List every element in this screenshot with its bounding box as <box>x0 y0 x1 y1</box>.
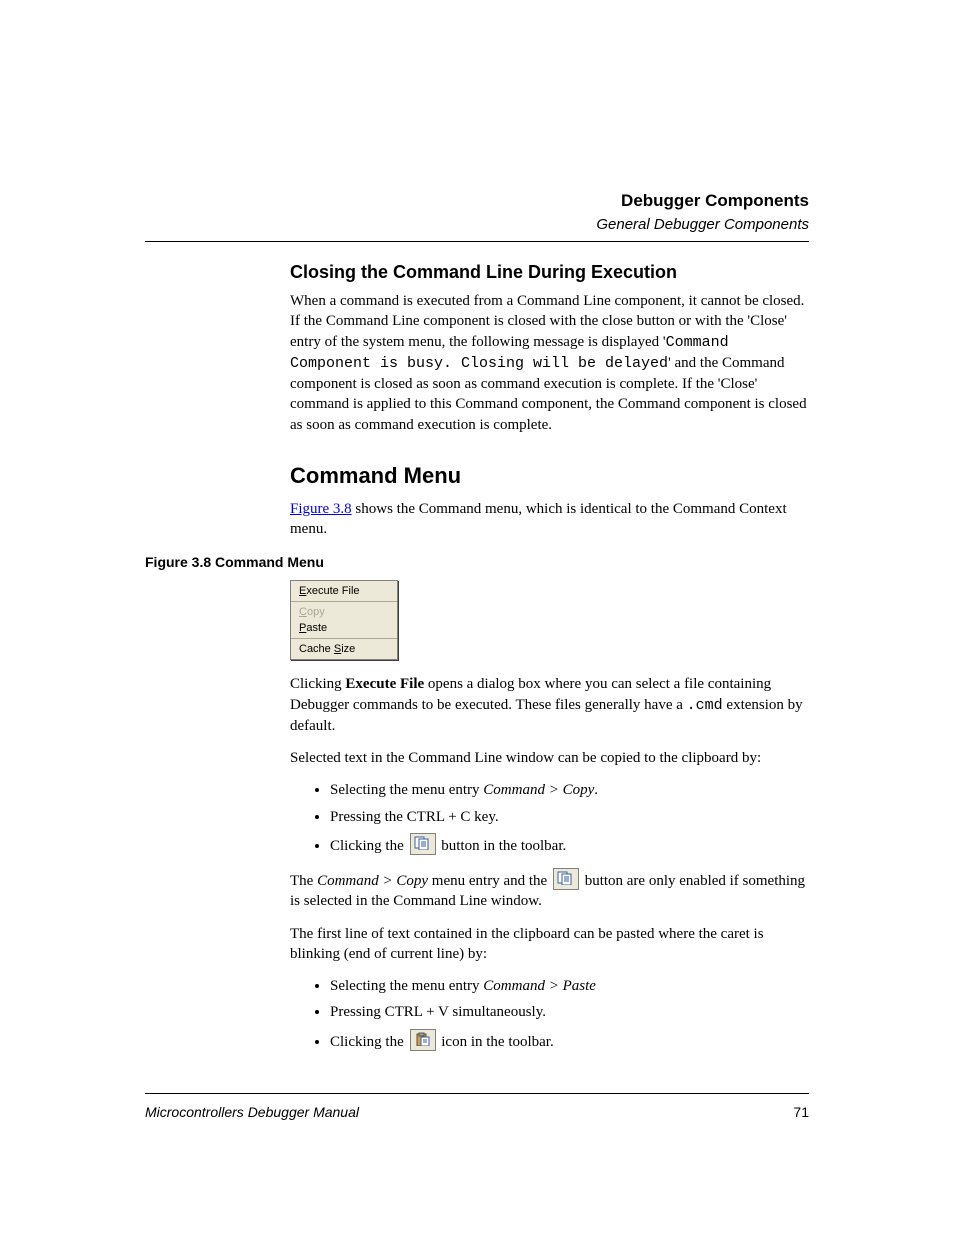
running-header: Debugger Components General Debugger Com… <box>145 190 809 235</box>
text: menu entry and the <box>428 873 551 889</box>
command-menu-screenshot: Execute File Copy Paste Cache Size <box>290 580 398 660</box>
text: icon in the toolbar. <box>438 1034 554 1050</box>
list-item: Selecting the menu entry Command > Paste <box>330 976 809 996</box>
text: Selecting the menu entry <box>330 782 483 798</box>
text: shows the Command menu, which is identic… <box>290 501 787 537</box>
text: . <box>594 782 598 798</box>
section-command-menu: Command Menu Figure 3.8 shows the Comman… <box>290 463 809 540</box>
paste-methods-list: Selecting the menu entry Command > Paste… <box>290 976 809 1052</box>
list-item: Selecting the menu entry Command > Copy. <box>330 780 809 800</box>
page: Debugger Components General Debugger Com… <box>0 0 954 1235</box>
text: button in the toolbar. <box>438 838 567 854</box>
para-paste-intro: The first line of text contained in the … <box>290 924 809 965</box>
para-execute-file: Clicking Execute File opens a dialog box… <box>290 674 809 736</box>
list-item: Pressing the CTRL + C key. <box>330 807 809 827</box>
menu-item-cache-size: Cache Size <box>291 641 397 657</box>
copy-icon <box>410 833 436 855</box>
menu-item-paste: Paste <box>291 620 397 636</box>
para-closing: When a command is executed from a Comman… <box>290 291 809 435</box>
heading-closing: Closing the Command Line During Executio… <box>290 262 809 283</box>
menu-item-execute-file: Execute File <box>291 583 397 599</box>
page-number: 71 <box>793 1104 809 1120</box>
text: Clicking the <box>330 838 408 854</box>
text: Clicking the <box>330 1034 408 1050</box>
italic-text: Command > Paste <box>483 978 596 994</box>
header-title: Debugger Components <box>145 190 809 213</box>
italic-text: Command > Copy <box>483 782 594 798</box>
paste-icon <box>410 1029 436 1051</box>
para-copy-enabled: The Command > Copy menu entry and the bu… <box>290 868 809 912</box>
list-item: Pressing CTRL + V simultaneously. <box>330 1002 809 1022</box>
list-item: Clicking the button in the toolbar. <box>330 833 809 856</box>
section-body: Clicking Execute File opens a dialog box… <box>290 674 809 1052</box>
bold-text: Execute File <box>345 676 424 692</box>
italic-text: Command > Copy <box>317 873 428 889</box>
copy-icon <box>553 868 579 890</box>
para-copy-intro: Selected text in the Command Line window… <box>290 748 809 768</box>
para-intro: Figure 3.8 shows the Command menu, which… <box>290 499 809 540</box>
footer-rule <box>145 1093 809 1094</box>
list-item: Clicking the icon in the toolbar. <box>330 1029 809 1052</box>
text: The <box>290 873 317 889</box>
section-closing: Closing the Command Line During Executio… <box>290 262 809 435</box>
menu-item-copy: Copy <box>291 604 397 620</box>
text: Selecting the menu entry <box>330 978 483 994</box>
text: Clicking <box>290 676 345 692</box>
page-footer: Microcontrollers Debugger Manual 71 <box>145 1093 809 1120</box>
header-rule <box>145 241 809 242</box>
heading-command-menu: Command Menu <box>290 463 809 489</box>
figure-caption: Figure 3.8 Command Menu <box>145 553 809 572</box>
inline-code: .cmd <box>687 697 723 714</box>
copy-methods-list: Selecting the menu entry Command > Copy.… <box>290 780 809 856</box>
footer-manual-title: Microcontrollers Debugger Manual <box>145 1104 359 1120</box>
header-subtitle: General Debugger Components <box>145 215 809 235</box>
figure-link[interactable]: Figure 3.8 <box>290 501 352 517</box>
